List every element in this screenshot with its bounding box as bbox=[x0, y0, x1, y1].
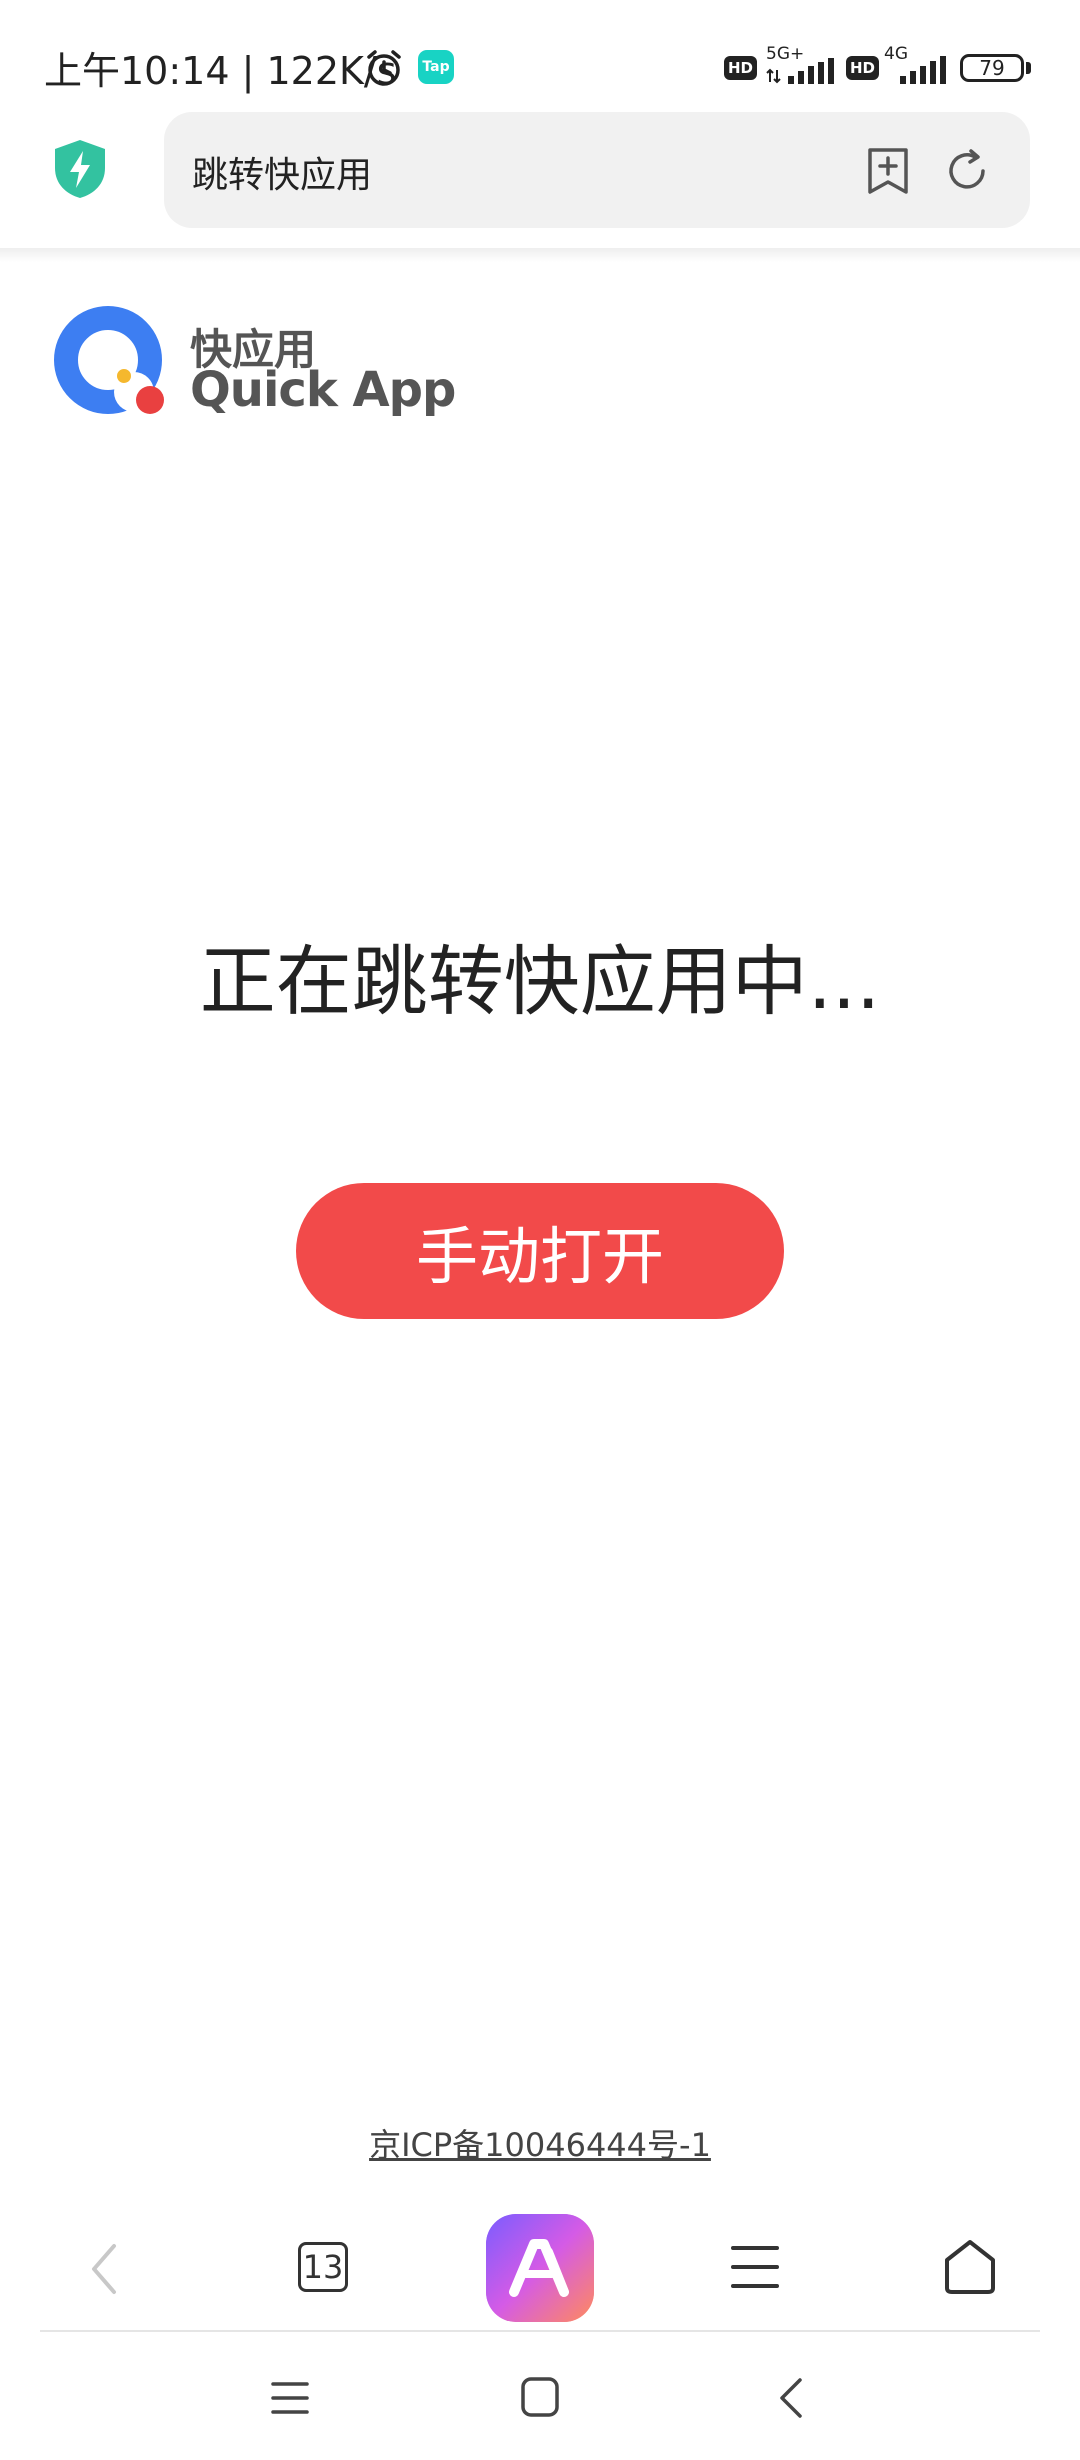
hd-badge-1: HD bbox=[724, 56, 758, 80]
tap-app-icon: Tap bbox=[418, 50, 454, 84]
manual-open-button[interactable]: 手动打开 bbox=[296, 1183, 784, 1319]
nav-home-icon[interactable] bbox=[520, 2376, 560, 2418]
address-text[interactable]: 跳转快应用 bbox=[192, 146, 372, 198]
logo-text-en: Quick App bbox=[190, 362, 456, 418]
status-bar: 上午10:14 | 122K/s Tap HD 5G+ HD 4G 79 bbox=[0, 0, 1080, 110]
back-icon[interactable] bbox=[80, 2240, 130, 2298]
nav-back-icon[interactable] bbox=[776, 2376, 806, 2420]
redirect-message: 正在跳转快应用中... bbox=[199, 937, 881, 1026]
refresh-icon[interactable] bbox=[942, 146, 992, 196]
quick-app-logo-icon bbox=[54, 306, 164, 414]
signal-icon-2 bbox=[900, 56, 946, 84]
menu-icon[interactable] bbox=[730, 2244, 780, 2290]
hd-badge-2: HD bbox=[846, 56, 880, 80]
signal-icon bbox=[766, 58, 834, 84]
shield-icon[interactable] bbox=[52, 138, 108, 200]
bookmark-add-icon[interactable] bbox=[864, 146, 912, 196]
status-time: 上午10:14 | 122K/s bbox=[44, 49, 397, 93]
icp-link[interactable]: 京ICP备10046444号-1 bbox=[0, 2120, 1080, 2166]
battery-tip bbox=[1026, 62, 1031, 74]
ai-assistant-icon[interactable] bbox=[486, 2214, 594, 2322]
nav-recent-apps-icon[interactable] bbox=[270, 2378, 310, 2418]
home-icon[interactable] bbox=[942, 2238, 998, 2296]
alarm-icon bbox=[367, 50, 401, 86]
header-divider bbox=[0, 248, 1080, 262]
tabs-icon[interactable]: 13 bbox=[298, 2242, 348, 2292]
toolbar-divider bbox=[40, 2330, 1040, 2332]
battery-icon: 79 bbox=[960, 54, 1024, 82]
